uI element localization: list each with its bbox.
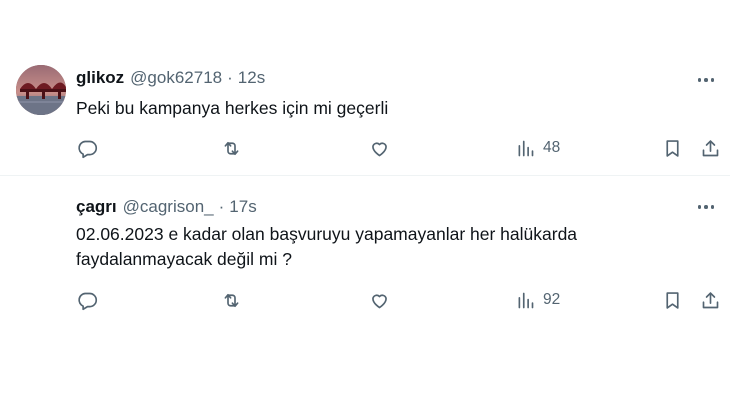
views-button[interactable]: 92 — [515, 285, 560, 315]
tweet-actions: 92 — [0, 285, 730, 315]
bookmark-button[interactable] — [662, 285, 683, 315]
retweet-button[interactable] — [221, 285, 242, 315]
like-button[interactable] — [369, 133, 390, 163]
retweet-button[interactable] — [221, 133, 242, 163]
display-name[interactable]: çagrı — [76, 197, 117, 217]
more-horizontal-icon[interactable] — [694, 70, 718, 90]
tweet-actions: 48 — [0, 133, 730, 163]
retweet-icon — [224, 293, 239, 307]
heart-icon — [372, 293, 387, 308]
share-upload-icon — [702, 291, 719, 308]
separator-dot: · — [227, 68, 233, 87]
reply-button[interactable] — [77, 285, 98, 315]
separator-dot: · — [218, 197, 225, 216]
user-handle[interactable]: @cagrison_ — [123, 197, 214, 217]
tweet[interactable]: glikoz @gok62718 · 12s Peki bu kampanya … — [0, 40, 730, 176]
views-bar-chart-icon — [518, 292, 534, 308]
views-button[interactable]: 48 — [515, 133, 560, 163]
bookmark-button[interactable] — [662, 133, 683, 163]
bookmark-icon — [666, 291, 679, 309]
reply-bubble-icon — [78, 140, 98, 158]
avatar[interactable] — [16, 65, 66, 115]
timestamp[interactable]: 12s — [238, 68, 265, 88]
more-horizontal-icon[interactable] — [694, 197, 718, 217]
view-count: 92 — [543, 291, 561, 308]
tweet[interactable]: çagrı @cagrison_ · 17s 02.06.2023 e kada… — [0, 177, 730, 327]
share-button[interactable] — [700, 285, 721, 315]
tweet-text: 02.06.2023 e kadar olan başvuruyu yapama… — [76, 222, 696, 272]
tweet-text-line: faydalanmayacak değil mi ? — [76, 249, 292, 269]
retweet-icon — [224, 141, 239, 155]
view-count: 48 — [543, 139, 561, 156]
like-button[interactable] — [369, 285, 390, 315]
user-handle[interactable]: @gok62718 — [130, 68, 222, 88]
tweet-text-line: 02.06.2023 e kadar olan başvuruyu yapama… — [76, 224, 578, 244]
heart-icon — [372, 141, 387, 156]
reply-button[interactable] — [77, 133, 98, 163]
reply-bubble-icon — [78, 292, 98, 310]
tweet-header: glikoz @gok62718 · 12s — [76, 68, 265, 88]
tweet-header: çagrı @cagrison_ · 17s — [76, 197, 257, 217]
avatar-bridge-image — [16, 65, 66, 115]
share-button[interactable] — [700, 133, 721, 163]
views-bar-chart-icon — [518, 140, 534, 156]
share-upload-icon — [702, 139, 719, 156]
tweet-text: Peki bu kampanya herkes için mi geçerli — [76, 98, 389, 118]
timestamp[interactable]: 17s — [229, 197, 256, 217]
bookmark-icon — [666, 139, 679, 157]
display-name[interactable]: glikoz — [76, 68, 124, 88]
